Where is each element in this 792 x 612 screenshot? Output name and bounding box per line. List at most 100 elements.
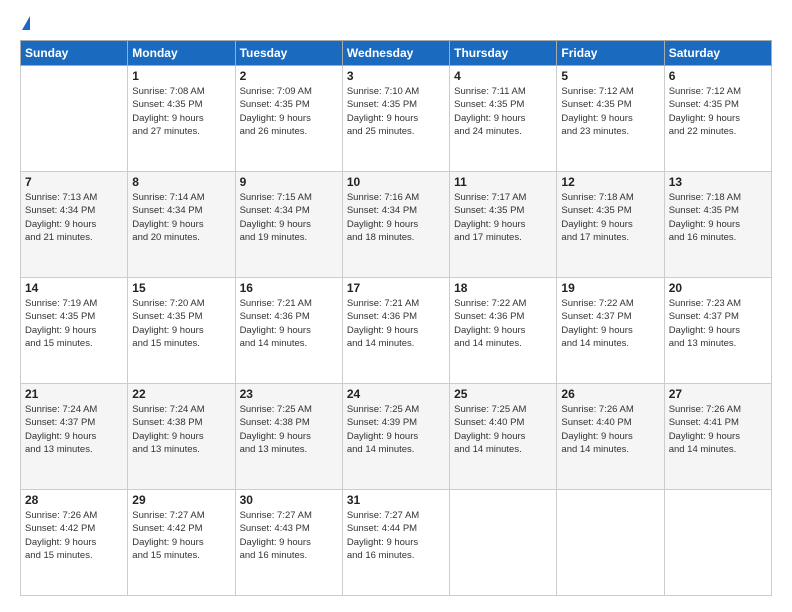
day-info: Sunrise: 7:24 AMSunset: 4:37 PMDaylight:…: [25, 403, 123, 456]
day-info: Sunrise: 7:25 AMSunset: 4:39 PMDaylight:…: [347, 403, 445, 456]
calendar-day-cell: [664, 490, 771, 596]
weekday-header-cell: Monday: [128, 41, 235, 66]
day-number: 24: [347, 387, 445, 401]
calendar-day-cell: [557, 490, 664, 596]
weekday-header-cell: Sunday: [21, 41, 128, 66]
day-number: 28: [25, 493, 123, 507]
calendar-day-cell: 5Sunrise: 7:12 AMSunset: 4:35 PMDaylight…: [557, 66, 664, 172]
calendar-day-cell: 3 Sunrise: 7:10 AMSunset: 4:35 PMDaylight…: [342, 66, 449, 172]
calendar-week-row: 21Sunrise: 7:24 AMSunset: 4:37 PMDayligh…: [21, 384, 772, 490]
header: [20, 16, 772, 30]
day-info: Sunrise: 7:08 AMSunset: 4:35 PMDaylight:…: [132, 85, 230, 138]
calendar-week-row: 28 Sunrise: 7:26 AMSunset: 4:42 PMDayligh…: [21, 490, 772, 596]
calendar-day-cell: 26Sunrise: 7:26 AMSunset: 4:40 PMDayligh…: [557, 384, 664, 490]
calendar-day-cell: 9Sunrise: 7:15 AMSunset: 4:34 PMDaylight…: [235, 172, 342, 278]
calendar-day-cell: 27 Sunrise: 7:26 AMSunset: 4:41 PMDayligh…: [664, 384, 771, 490]
calendar-day-cell: 14 Sunrise: 7:19 AMSunset: 4:35 PMDayligh…: [21, 278, 128, 384]
calendar-day-cell: [450, 490, 557, 596]
calendar-day-cell: 7Sunrise: 7:13 AMSunset: 4:34 PMDaylight…: [21, 172, 128, 278]
day-info: Sunrise: 7:17 AMSunset: 4:35 PMDaylight:…: [454, 191, 552, 244]
day-number: 15: [132, 281, 230, 295]
calendar-day-cell: 10 Sunrise: 7:16 AMSunset: 4:34 PMDayligh…: [342, 172, 449, 278]
day-info: Sunrise: 7:21 AMSunset: 4:36 PMDaylight:…: [240, 297, 338, 350]
day-number: 17: [347, 281, 445, 295]
calendar-day-cell: 18 Sunrise: 7:22 AMSunset: 4:36 PMDayligh…: [450, 278, 557, 384]
day-info: Sunrise: 7:24 AMSunset: 4:38 PMDaylight:…: [132, 403, 230, 456]
calendar-table: SundayMondayTuesdayWednesdayThursdayFrid…: [20, 40, 772, 596]
calendar-day-cell: 1 Sunrise: 7:08 AMSunset: 4:35 PMDaylight…: [128, 66, 235, 172]
calendar-day-cell: 4 Sunrise: 7:11 AMSunset: 4:35 PMDaylight…: [450, 66, 557, 172]
calendar-day-cell: 19 Sunrise: 7:22 AMSunset: 4:37 PMDayligh…: [557, 278, 664, 384]
calendar-day-cell: 24 Sunrise: 7:25 AMSunset: 4:39 PMDayligh…: [342, 384, 449, 490]
day-number: 25: [454, 387, 552, 401]
day-number: 31: [347, 493, 445, 507]
calendar-day-cell: 22 Sunrise: 7:24 AMSunset: 4:38 PMDayligh…: [128, 384, 235, 490]
day-number: 2: [240, 69, 338, 83]
day-number: 18: [454, 281, 552, 295]
day-number: 29: [132, 493, 230, 507]
calendar-day-cell: 16Sunrise: 7:21 AMSunset: 4:36 PMDayligh…: [235, 278, 342, 384]
weekday-header-row: SundayMondayTuesdayWednesdayThursdayFrid…: [21, 41, 772, 66]
day-info: Sunrise: 7:12 AMSunset: 4:35 PMDaylight:…: [669, 85, 767, 138]
day-number: 22: [132, 387, 230, 401]
calendar-body: 1 Sunrise: 7:08 AMSunset: 4:35 PMDaylight…: [21, 66, 772, 596]
day-number: 11: [454, 175, 552, 189]
calendar-day-cell: 6Sunrise: 7:12 AMSunset: 4:35 PMDaylight…: [664, 66, 771, 172]
day-number: 23: [240, 387, 338, 401]
day-number: 1: [132, 69, 230, 83]
logo: [20, 16, 30, 30]
day-info: Sunrise: 7:21 AMSunset: 4:36 PMDaylight:…: [347, 297, 445, 350]
day-number: 8: [132, 175, 230, 189]
day-number: 26: [561, 387, 659, 401]
calendar-week-row: 7Sunrise: 7:13 AMSunset: 4:34 PMDaylight…: [21, 172, 772, 278]
weekday-header-cell: Thursday: [450, 41, 557, 66]
day-info: Sunrise: 7:19 AMSunset: 4:35 PMDaylight:…: [25, 297, 123, 350]
day-number: 3: [347, 69, 445, 83]
day-info: Sunrise: 7:09 AMSunset: 4:35 PMDaylight:…: [240, 85, 338, 138]
day-info: Sunrise: 7:18 AMSunset: 4:35 PMDaylight:…: [561, 191, 659, 244]
day-info: Sunrise: 7:18 AMSunset: 4:35 PMDaylight:…: [669, 191, 767, 244]
calendar-day-cell: 21Sunrise: 7:24 AMSunset: 4:37 PMDayligh…: [21, 384, 128, 490]
weekday-header-cell: Tuesday: [235, 41, 342, 66]
calendar-day-cell: [21, 66, 128, 172]
day-number: 12: [561, 175, 659, 189]
day-info: Sunrise: 7:27 AMSunset: 4:44 PMDaylight:…: [347, 509, 445, 562]
day-number: 10: [347, 175, 445, 189]
day-info: Sunrise: 7:10 AMSunset: 4:35 PMDaylight:…: [347, 85, 445, 138]
weekday-header-cell: Wednesday: [342, 41, 449, 66]
calendar-day-cell: 2 Sunrise: 7:09 AMSunset: 4:35 PMDaylight…: [235, 66, 342, 172]
calendar-day-cell: 31 Sunrise: 7:27 AMSunset: 4:44 PMDayligh…: [342, 490, 449, 596]
day-info: Sunrise: 7:25 AMSunset: 4:40 PMDaylight:…: [454, 403, 552, 456]
day-info: Sunrise: 7:26 AMSunset: 4:41 PMDaylight:…: [669, 403, 767, 456]
calendar-day-cell: 28 Sunrise: 7:26 AMSunset: 4:42 PMDayligh…: [21, 490, 128, 596]
weekday-header-cell: Friday: [557, 41, 664, 66]
page: SundayMondayTuesdayWednesdayThursdayFrid…: [0, 0, 792, 612]
day-info: Sunrise: 7:26 AMSunset: 4:42 PMDaylight:…: [25, 509, 123, 562]
calendar-day-cell: 11 Sunrise: 7:17 AMSunset: 4:35 PMDayligh…: [450, 172, 557, 278]
day-number: 14: [25, 281, 123, 295]
calendar-day-cell: 30 Sunrise: 7:27 AMSunset: 4:43 PMDayligh…: [235, 490, 342, 596]
day-number: 19: [561, 281, 659, 295]
day-info: Sunrise: 7:25 AMSunset: 4:38 PMDaylight:…: [240, 403, 338, 456]
calendar-day-cell: 25 Sunrise: 7:25 AMSunset: 4:40 PMDayligh…: [450, 384, 557, 490]
calendar-day-cell: 15Sunrise: 7:20 AMSunset: 4:35 PMDayligh…: [128, 278, 235, 384]
day-info: Sunrise: 7:27 AMSunset: 4:42 PMDaylight:…: [132, 509, 230, 562]
day-number: 5: [561, 69, 659, 83]
day-number: 27: [669, 387, 767, 401]
calendar-week-row: 1 Sunrise: 7:08 AMSunset: 4:35 PMDaylight…: [21, 66, 772, 172]
day-info: Sunrise: 7:11 AMSunset: 4:35 PMDaylight:…: [454, 85, 552, 138]
day-number: 30: [240, 493, 338, 507]
calendar-day-cell: 13Sunrise: 7:18 AMSunset: 4:35 PMDayligh…: [664, 172, 771, 278]
day-info: Sunrise: 7:16 AMSunset: 4:34 PMDaylight:…: [347, 191, 445, 244]
day-info: Sunrise: 7:14 AMSunset: 4:34 PMDaylight:…: [132, 191, 230, 244]
calendar-day-cell: 8 Sunrise: 7:14 AMSunset: 4:34 PMDaylight…: [128, 172, 235, 278]
day-number: 4: [454, 69, 552, 83]
day-info: Sunrise: 7:27 AMSunset: 4:43 PMDaylight:…: [240, 509, 338, 562]
day-info: Sunrise: 7:22 AMSunset: 4:36 PMDaylight:…: [454, 297, 552, 350]
calendar-week-row: 14 Sunrise: 7:19 AMSunset: 4:35 PMDayligh…: [21, 278, 772, 384]
calendar-day-cell: 23 Sunrise: 7:25 AMSunset: 4:38 PMDayligh…: [235, 384, 342, 490]
calendar-day-cell: 12 Sunrise: 7:18 AMSunset: 4:35 PMDayligh…: [557, 172, 664, 278]
day-info: Sunrise: 7:22 AMSunset: 4:37 PMDaylight:…: [561, 297, 659, 350]
day-info: Sunrise: 7:23 AMSunset: 4:37 PMDaylight:…: [669, 297, 767, 350]
day-number: 9: [240, 175, 338, 189]
